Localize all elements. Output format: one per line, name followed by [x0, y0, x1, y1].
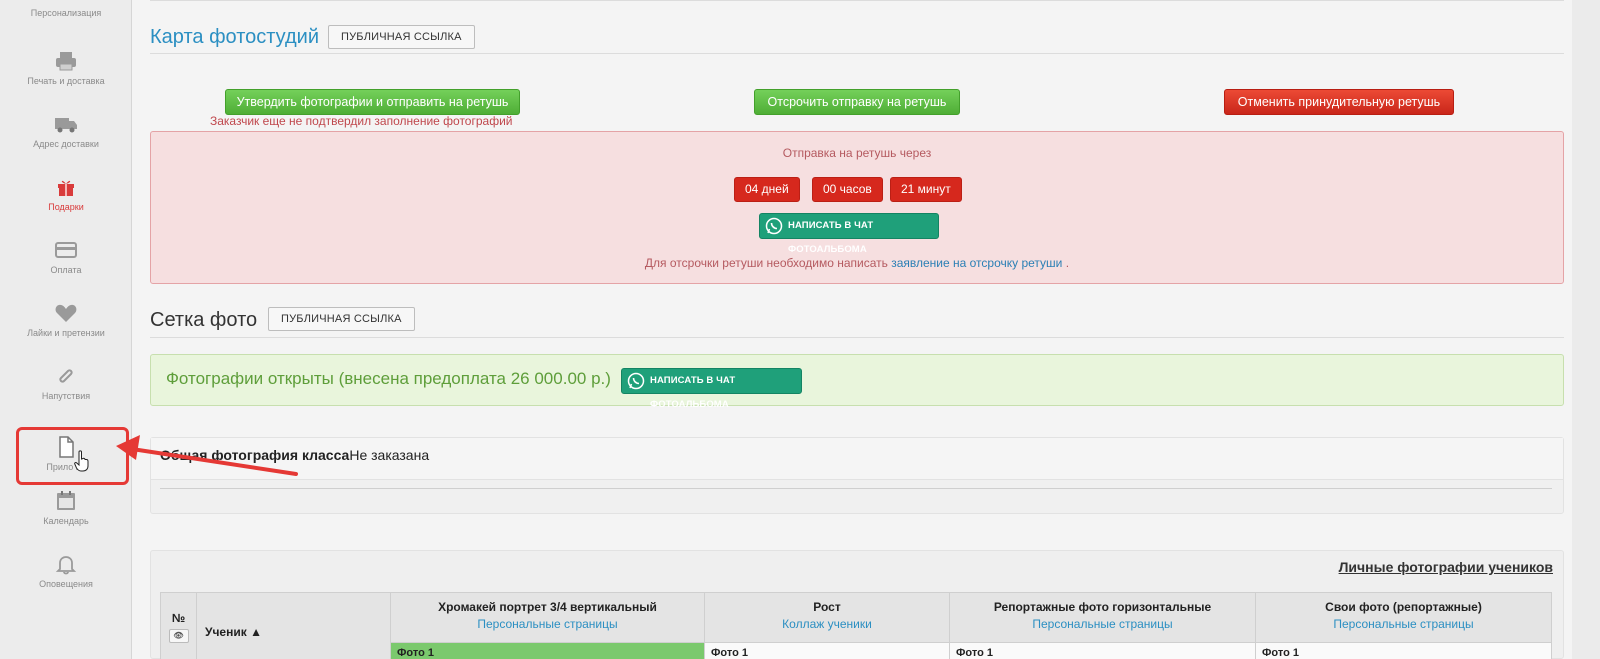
- col-chromakey: Хромакей портрет 3/4 вертикальный Персон…: [390, 592, 705, 643]
- retouch-chat-button[interactable]: НАПИСАТЬ В ЧАТ ФОТОАЛЬБОМА: [759, 213, 939, 255]
- col-title: Репортажные фото горизонтальные: [993, 600, 1212, 614]
- studios-public-link-button[interactable]: ПУБЛИЧНАЯ ССЫЛКА: [328, 25, 475, 49]
- whatsapp-icon: [765, 217, 783, 235]
- calendar-icon: [57, 491, 75, 510]
- printer-icon: [56, 52, 76, 71]
- sidebar-item-personalization[interactable]: Персонализация: [0, 4, 132, 18]
- postpone-request-link[interactable]: заявление на отсрочку ретуши: [891, 256, 1062, 270]
- col-own-photos: Свои фото (репортажные) Персональные стр…: [1255, 592, 1552, 643]
- whatsapp-icon: [627, 372, 645, 390]
- class-photo-label: Общая фотография класса: [160, 447, 350, 463]
- postpone-retouch-button[interactable]: Отсрочить отправку на ретушь: [754, 89, 960, 115]
- sidebar-item-label: Оплата: [50, 265, 82, 275]
- col-height: Рост Коллаж ученики: [704, 592, 950, 643]
- class-photo-header: Общая фотография классаНе заказана: [151, 438, 1563, 480]
- divider: [150, 53, 1564, 54]
- sidebar-item-label: Персонализация: [30, 8, 102, 18]
- sidebar-item-label: Адрес доставки: [33, 139, 99, 149]
- col-title: Свои фото (репортажные): [1325, 600, 1482, 614]
- photos-open-status: Фотографии открыты (внесена предоплата 2…: [166, 369, 611, 388]
- grid-chat-button[interactable]: НАПИСАТЬ В ЧАТ ФОТОАЛЬБОМА: [621, 368, 802, 410]
- student-label: Ученик: [205, 624, 247, 639]
- heart-icon: [55, 304, 77, 322]
- scrollbar[interactable]: [1572, 0, 1600, 659]
- timer-hours: 00 часов: [812, 177, 883, 202]
- sidebar-item-likes[interactable]: Лайки и претензии: [0, 302, 132, 338]
- note-text: Для отсрочки ретуши необходимо написать: [644, 256, 888, 270]
- divider: [160, 488, 1552, 489]
- cancel-forced-retouch-button[interactable]: Отменить принудительную ретушь: [1224, 89, 1454, 115]
- col-title: Хромакей портрет 3/4 вертикальный: [438, 600, 657, 614]
- class-photo-title: Общая фотография классаНе заказана: [160, 447, 429, 463]
- sidebar-item-payment[interactable]: Оплата: [0, 239, 132, 275]
- table-cell[interactable]: Фото 1: [390, 642, 705, 659]
- bell-icon: [55, 556, 77, 575]
- sidebar-item-wishes[interactable]: Напутствия: [0, 365, 132, 401]
- sidebar: Персонализация Печать и доставка Адрес д…: [0, 0, 132, 659]
- retouch-caption: Отправка на ретушь через: [782, 146, 932, 160]
- grid-title: Сетка фото: [150, 309, 258, 331]
- approval-warning: Заказчик еще не подтвердил заполнение фо…: [210, 114, 513, 128]
- sidebar-item-gifts[interactable]: Подарки: [0, 176, 132, 212]
- chat-button-label: НАПИСАТЬ В ЧАТ ФОТОАЛЬБОМА: [788, 220, 874, 255]
- caret-up-icon: ▲: [250, 624, 262, 639]
- grid-public-link-button[interactable]: ПУБЛИЧНАЯ ССЫЛКА: [268, 307, 415, 331]
- table-cell[interactable]: Фото 1: [1255, 642, 1552, 659]
- gift-icon: [58, 180, 74, 196]
- col-student[interactable]: Ученик ▲: [196, 592, 391, 659]
- truck-icon: [55, 118, 77, 133]
- divider: [150, 337, 1564, 338]
- col-sub-link[interactable]: Персональные страницы: [950, 617, 1255, 631]
- credit-card-icon: [55, 242, 77, 258]
- sidebar-item-delivery-address[interactable]: Адрес доставки: [0, 113, 132, 149]
- table-cell[interactable]: Фото 1: [704, 642, 950, 659]
- retouch-note: Для отсрочки ретуши необходимо написать …: [151, 256, 1563, 270]
- highlight-box: [16, 427, 129, 485]
- chat-button-label: НАПИСАТЬ В ЧАТ ФОТОАЛЬБОМА: [650, 375, 736, 410]
- class-photo-panel: Общая фотография классаНе заказана: [150, 437, 1564, 514]
- col-sub-link[interactable]: Персональные страницы: [391, 617, 704, 631]
- sidebar-item-label: Печать и доставка: [27, 76, 105, 86]
- number-label: №: [171, 610, 186, 625]
- col-title: Рост: [813, 600, 841, 614]
- sidebar-item-label: Календарь: [43, 516, 89, 526]
- timer-days: 04 дней: [734, 177, 800, 202]
- col-number: № 👁: [160, 592, 197, 659]
- students-table: № 👁 Ученик ▲ Хромакей портрет 3/4 вертик…: [160, 592, 1552, 659]
- main-content: Карта фотостудий ПУБЛИЧНАЯ ССЫЛКА Утверд…: [132, 0, 1600, 659]
- sidebar-item-notifications[interactable]: Оповещения: [0, 553, 132, 589]
- col-sub-link[interactable]: Коллаж ученики: [705, 617, 949, 631]
- eye-icon[interactable]: 👁: [168, 628, 189, 643]
- paperclip-icon: [59, 369, 73, 383]
- sidebar-item-calendar[interactable]: Календарь: [0, 490, 132, 526]
- sidebar-item-label: Лайки и претензии: [27, 328, 105, 338]
- class-photo-status: Не заказана: [349, 447, 430, 463]
- timer-minutes: 21 минут: [890, 177, 962, 202]
- approve-retouch-button[interactable]: Утвердить фотографии и отправить на рету…: [225, 89, 520, 115]
- personal-photos-link[interactable]: Личные фотографии учеников: [1339, 559, 1553, 575]
- photos-open-panel: Фотографии открыты (внесена предоплата 2…: [150, 354, 1564, 410]
- retouch-timer-panel: Отправка на ретушь через 04 дней 00 часо…: [150, 131, 1564, 284]
- table-cell[interactable]: Фото 1: [949, 642, 1256, 659]
- sidebar-item-label: Оповещения: [39, 579, 93, 589]
- sidebar-item-label: Подарки: [48, 202, 84, 212]
- personal-photos-panel: Личные фотографии учеников № 👁 Ученик ▲ …: [150, 550, 1564, 659]
- page: Персонализация Печать и доставка Адрес д…: [0, 0, 1600, 659]
- sidebar-item-label: Напутствия: [41, 391, 91, 401]
- sidebar-item-print-delivery[interactable]: Печать и доставка: [0, 50, 132, 86]
- divider: [150, 0, 1564, 1]
- note-suffix: .: [1065, 256, 1070, 270]
- studios-title: Карта фотостудий: [150, 26, 320, 48]
- col-sub-link[interactable]: Персональные страницы: [1256, 617, 1551, 631]
- col-reportage: Репортажные фото горизонтальные Персонал…: [949, 592, 1256, 643]
- table-header-row: № 👁 Ученик ▲ Хромакей портрет 3/4 вертик…: [160, 592, 1552, 659]
